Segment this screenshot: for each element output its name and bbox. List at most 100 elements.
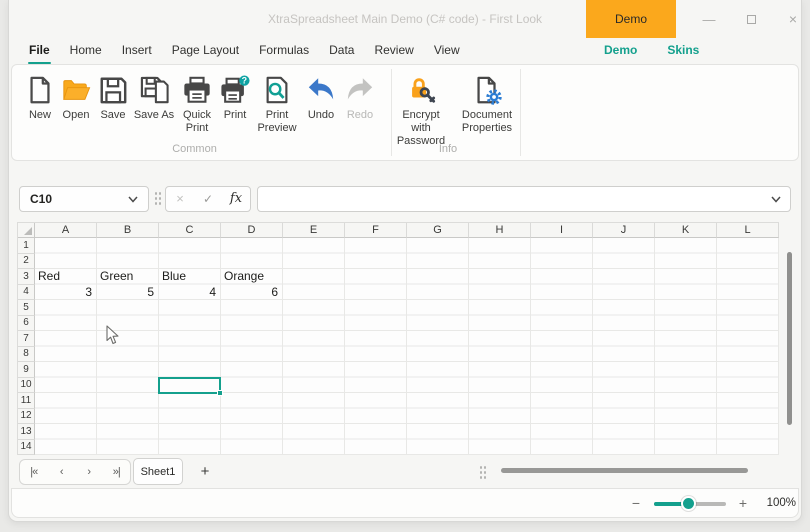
cell-C3[interactable]: Blue bbox=[159, 269, 221, 285]
zoom-out-button[interactable]: − bbox=[628, 489, 644, 517]
maximize-icon bbox=[746, 14, 756, 24]
print-button[interactable]: ? Print bbox=[218, 72, 252, 135]
column-header-G[interactable]: G bbox=[407, 223, 469, 238]
row-header-11[interactable]: 11 bbox=[18, 393, 35, 409]
ribbon-group-info: Encrypt with Password Document Propertie… bbox=[392, 72, 518, 149]
formula-dropdown-icon[interactable] bbox=[771, 196, 781, 203]
row-header-5[interactable]: 5 bbox=[18, 300, 35, 316]
row-header-10[interactable]: 10 bbox=[18, 377, 35, 393]
print-icon: ? bbox=[219, 74, 251, 106]
cell-D3[interactable]: Orange bbox=[221, 269, 283, 285]
document-gear-icon bbox=[471, 74, 503, 106]
encrypt-with-password-button[interactable]: Encrypt with Password bbox=[392, 72, 450, 149]
row-header-12[interactable]: 12 bbox=[18, 408, 35, 424]
open-folder-icon bbox=[60, 74, 92, 106]
tab-formulas[interactable]: Formulas bbox=[249, 38, 319, 64]
tab-review[interactable]: Review bbox=[364, 38, 423, 64]
row-header-4[interactable]: 4 bbox=[18, 284, 35, 300]
minimize-icon: — bbox=[702, 11, 716, 27]
fill-handle[interactable] bbox=[217, 390, 223, 396]
row-header-1[interactable]: 1 bbox=[18, 238, 35, 254]
sheet-nav-first-button[interactable]: |« bbox=[20, 460, 48, 484]
column-header-L[interactable]: L bbox=[717, 223, 779, 238]
document-properties-button[interactable]: Document Properties bbox=[456, 72, 518, 149]
row-header-8[interactable]: 8 bbox=[18, 346, 35, 362]
name-box[interactable]: C10 bbox=[19, 186, 149, 212]
column-header-F[interactable]: F bbox=[345, 223, 407, 238]
tab-page-layout[interactable]: Page Layout bbox=[162, 38, 249, 64]
horizontal-scrollbar-thumb[interactable] bbox=[501, 468, 748, 473]
confirm-entry-icon: ✓ bbox=[202, 192, 214, 206]
mouse-cursor-icon bbox=[106, 325, 119, 345]
sheetbar-grip-handle[interactable] bbox=[479, 465, 487, 481]
add-sheet-button[interactable]: + bbox=[193, 458, 217, 485]
column-header-A[interactable]: A bbox=[35, 223, 97, 238]
tab-insert[interactable]: Insert bbox=[112, 38, 162, 64]
cell-A3[interactable]: Red bbox=[35, 269, 97, 285]
cell-D4[interactable]: 6 bbox=[221, 285, 283, 301]
column-header-E[interactable]: E bbox=[283, 223, 345, 238]
row-header-9[interactable]: 9 bbox=[18, 362, 35, 378]
cell-reference: C10 bbox=[30, 192, 53, 206]
tab-file[interactable]: File bbox=[19, 38, 60, 64]
sheet-nav-last-button[interactable]: »| bbox=[103, 460, 131, 484]
cell-B4[interactable]: 5 bbox=[97, 285, 159, 301]
save-floppy-icon bbox=[97, 74, 129, 106]
column-header-H[interactable]: H bbox=[469, 223, 531, 238]
formula-input[interactable] bbox=[257, 186, 791, 212]
vertical-scrollbar-thumb[interactable] bbox=[787, 252, 792, 425]
redo-arrow-icon bbox=[344, 74, 376, 106]
cell-B3[interactable]: Green bbox=[97, 269, 159, 285]
column-header-J[interactable]: J bbox=[593, 223, 655, 238]
row-header-6[interactable]: 6 bbox=[18, 315, 35, 331]
column-header-K[interactable]: K bbox=[655, 223, 717, 238]
group-label-info: Info bbox=[438, 143, 458, 155]
zoom-in-button[interactable]: + bbox=[735, 489, 751, 517]
insert-function-icon[interactable]: fx bbox=[222, 187, 250, 211]
zoom-slider-thumb[interactable] bbox=[681, 496, 696, 511]
zoom-slider[interactable] bbox=[654, 496, 726, 511]
tab-view[interactable]: View bbox=[424, 38, 470, 64]
tab-demo[interactable]: Demo bbox=[594, 38, 647, 64]
cell-C4[interactable]: 4 bbox=[159, 285, 221, 301]
spreadsheet-grid[interactable]: A B C D E F G H I J K L 1 2 3 4 5 6 7 8 9 10 11 12 13 14 Red Green B… bbox=[17, 222, 779, 455]
cell-A4[interactable]: 3 bbox=[35, 285, 97, 301]
select-all-corner[interactable] bbox=[18, 223, 35, 238]
cancel-entry-icon: × bbox=[176, 191, 184, 206]
demo-button[interactable]: Demo bbox=[586, 0, 676, 38]
column-header-B[interactable]: B bbox=[97, 223, 159, 238]
sheet-tab-sheet1[interactable]: Sheet1 bbox=[133, 458, 183, 485]
row-header-14[interactable]: 14 bbox=[18, 439, 35, 455]
namebox-dropdown-icon[interactable] bbox=[128, 196, 138, 203]
print-preview-icon bbox=[261, 74, 293, 106]
row-header-7[interactable]: 7 bbox=[18, 331, 35, 347]
open-button[interactable]: Open bbox=[58, 72, 94, 135]
sheet-nav-previous-button[interactable]: ‹ bbox=[48, 460, 76, 484]
title-bar: XtraSpreadsheet Main Demo (C# code) - Fi… bbox=[9, 0, 801, 38]
tab-skins[interactable]: Skins bbox=[657, 38, 709, 64]
new-button[interactable]: New bbox=[24, 72, 56, 135]
formula-bar-grip-handle[interactable] bbox=[154, 191, 162, 207]
new-document-icon bbox=[24, 74, 56, 106]
status-bar: − + 100% bbox=[11, 488, 799, 518]
zoom-percent-label: 100% bbox=[766, 497, 796, 509]
column-header-I[interactable]: I bbox=[531, 223, 593, 238]
save-as-button[interactable]: Save As bbox=[132, 72, 176, 135]
row-header-3[interactable]: 3 bbox=[18, 269, 35, 285]
minimize-button[interactable]: — bbox=[697, 0, 721, 38]
sheet-nav-next-button[interactable]: › bbox=[75, 460, 103, 484]
row-header-2[interactable]: 2 bbox=[18, 253, 35, 269]
formula-button-group: × ✓ fx bbox=[165, 186, 251, 212]
quick-print-button[interactable]: Quick Print bbox=[178, 72, 216, 135]
close-button[interactable]: × bbox=[781, 0, 805, 38]
column-header-D[interactable]: D bbox=[221, 223, 283, 238]
save-button[interactable]: Save bbox=[96, 72, 130, 135]
column-header-C[interactable]: C bbox=[159, 223, 221, 238]
maximize-button[interactable] bbox=[739, 0, 763, 38]
row-header-13[interactable]: 13 bbox=[18, 424, 35, 440]
tab-home[interactable]: Home bbox=[60, 38, 112, 64]
print-preview-button[interactable]: Print Preview bbox=[254, 72, 300, 135]
sheet-navigation: |« ‹ › »| bbox=[19, 459, 131, 485]
undo-button[interactable]: Undo bbox=[302, 72, 340, 135]
tab-data[interactable]: Data bbox=[319, 38, 364, 64]
